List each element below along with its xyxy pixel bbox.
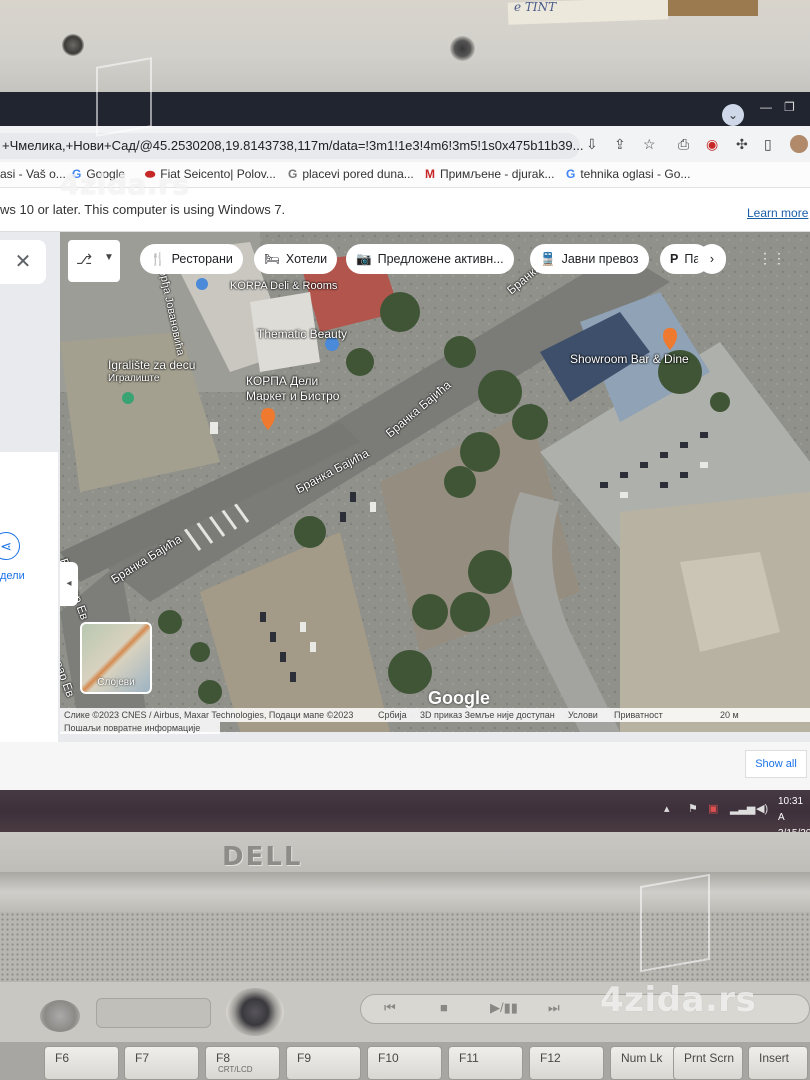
layers-button[interactable]: Слојеви <box>80 622 152 694</box>
three-d-notice: 3D приказ Земље није доступан <box>420 710 555 720</box>
map-label-korpa-market: Маркет и Бистро <box>246 389 340 403</box>
map-label-playground-cyrillic: Игралиште <box>108 373 160 384</box>
privacy-link[interactable]: Приватност <box>614 708 663 722</box>
previous-track-icon[interactable]: ⏮ <box>384 1000 396 1016</box>
chip-activities[interactable]: 📷 Предложене активн... <box>346 244 514 274</box>
photo-of-laptop: e TINT ⌄ — ❐ +Чмелика,+Нови+Сад/@45.2530… <box>0 0 810 1080</box>
country-link[interactable]: Србија <box>378 708 407 722</box>
map-label-deli-rooms[interactable]: KORPA Deli & Rooms <box>230 280 337 292</box>
map-label-playground[interactable]: Igralište za decu <box>108 358 195 372</box>
key-f6[interactable]: F6 <box>44 1046 119 1080</box>
webcam <box>450 36 475 61</box>
bookmark-star-icon[interactable]: ☆ <box>643 136 656 153</box>
profile-avatar-icon[interactable] <box>790 135 808 153</box>
status-led-panel <box>96 998 211 1028</box>
collapse-panel-button[interactable]: ◂ <box>60 562 78 606</box>
map-label-korpa[interactable]: КОРПА Дели <box>246 374 318 388</box>
tray-arrow-icon[interactable]: ▴ <box>664 802 670 815</box>
tab-search-icon[interactable]: ⌄ <box>722 104 744 126</box>
stop-icon[interactable]: ■ <box>440 1000 448 1015</box>
clock-time: 10:31 A <box>778 796 804 823</box>
watermark-logo-shape <box>96 57 152 137</box>
windows-taskbar: ▴ ⚑ ▣ ▂▃▅ ◀) 10:31 A 3/15/20 <box>0 790 810 839</box>
maximize-icon[interactable]: ❐ <box>784 100 795 114</box>
power-button[interactable] <box>226 988 284 1036</box>
show-all-button[interactable]: Show all <box>745 750 807 778</box>
chip-restaurants[interactable]: 🍴 Ресторани <box>140 244 243 274</box>
tray-app-icon[interactable]: ▣ <box>708 802 718 815</box>
page-lower-area: Show all <box>0 742 810 790</box>
transit-icon: 🚆 <box>540 252 556 266</box>
google-maps: KORPA Deli & Rooms Thematic Beauty Igral… <box>0 232 810 742</box>
extension-icon[interactable]: ◉ <box>706 136 718 153</box>
laptop-screen: ⌄ — ❐ +Чмелика,+Нови+Сад/@45.2530208,19.… <box>0 92 810 839</box>
key-f9[interactable]: F9 <box>286 1046 361 1080</box>
map-label-showroom[interactable]: Showroom Bar & Dine <box>570 352 689 366</box>
side-panel: ⋖ дели <box>0 452 58 742</box>
bookmark-item[interactable]: Gtehnika oglasi - Go... <box>566 167 690 181</box>
imagery-credit: Слике ©2023 CNES / Airbus, Maxar Technol… <box>64 710 354 720</box>
key-insert[interactable]: Insert <box>748 1046 808 1080</box>
camera-icon: 📷 <box>356 252 372 266</box>
chevron-right-icon: › <box>709 252 715 266</box>
bookmark-item[interactable]: Gplacevi pored duna... <box>288 167 414 181</box>
share-page-icon[interactable]: ⇪ <box>614 136 626 153</box>
key-f11[interactable]: F11 <box>448 1046 523 1080</box>
tray-flag-icon[interactable]: ⚑ <box>688 802 698 815</box>
chips-next-button[interactable]: › <box>698 244 726 274</box>
satellite-map[interactable]: KORPA Deli & Rooms Thematic Beauty Igral… <box>60 232 810 732</box>
chevron-down-icon: ▼ <box>104 252 114 263</box>
network-icon[interactable]: ▂▃▅ <box>730 802 755 815</box>
hardware-button[interactable] <box>40 1000 80 1032</box>
volume-icon[interactable]: ◀) <box>756 802 768 815</box>
map-attribution-bar: Слике ©2023 CNES / Airbus, Maxar Technol… <box>60 708 810 722</box>
infobar-message: ws 10 or later. This computer is using W… <box>0 202 286 217</box>
key-f10[interactable]: F10 <box>367 1046 442 1080</box>
key-f12[interactable]: F12 <box>529 1046 604 1080</box>
url-text: +Чмелика,+Нови+Сад/@45.2530208,19.814373… <box>2 138 584 153</box>
terms-link[interactable]: Услови <box>568 708 598 722</box>
google-logo: Google <box>428 688 490 708</box>
send-feedback-link[interactable]: Пошаљи повратне информације <box>60 722 220 734</box>
side-panel-icon[interactable]: ▯ <box>764 136 772 153</box>
chip-hotels[interactable]: 🛏 Хотели <box>254 244 338 274</box>
key-f7[interactable]: F7 <box>124 1046 199 1080</box>
hotel-icon: 🛏 <box>264 252 280 266</box>
directions-icon: ⎇ <box>76 251 93 267</box>
laptop-bottom-bezel <box>0 832 810 872</box>
share-icon[interactable]: ⋖ <box>0 532 20 560</box>
bookmark-item[interactable]: asi - Vaš o... <box>0 167 66 181</box>
next-track-icon[interactable]: ⏭ <box>548 1000 560 1016</box>
watermark-logo-shape <box>640 873 710 973</box>
key-print-screen[interactable]: Prnt Scrn <box>673 1046 743 1080</box>
bezel-screw <box>62 34 84 56</box>
scale-label[interactable]: 20 м <box>720 708 739 722</box>
extensions-puzzle-icon[interactable]: ✣ <box>736 136 748 153</box>
paper-note-text: e TINT <box>514 0 557 14</box>
brand-logo: DELL <box>222 842 303 872</box>
restaurant-icon: 🍴 <box>150 252 166 266</box>
learn-more-link[interactable]: Learn more <box>747 206 808 220</box>
share-label: дели <box>0 570 25 582</box>
parking-icon: P <box>670 252 679 266</box>
directions-dropdown[interactable]: ⎇ ▼ <box>68 240 120 282</box>
watermark-text: 4zida.rs <box>60 168 190 201</box>
watermark-text: 4zida.rs <box>600 980 757 1020</box>
key-f8[interactable]: F8 CRT/LCD <box>205 1046 280 1080</box>
map-label-thematic-beauty[interactable]: Thematic Beauty <box>257 327 347 341</box>
install-icon[interactable]: ⇩ <box>586 136 598 153</box>
chip-transit[interactable]: 🚆 Јавни превоз <box>530 244 649 274</box>
apps-grid-icon[interactable]: ⋮⋮ <box>758 250 786 267</box>
minimize-icon[interactable]: — <box>760 100 772 114</box>
play-pause-icon[interactable]: ▶/▮▮ <box>490 1000 518 1016</box>
bookmark-item[interactable]: M Примљене - djurak... <box>425 167 554 181</box>
print-icon[interactable]: ⎙ <box>678 136 689 153</box>
layers-label: Слојеви <box>97 677 135 688</box>
address-bar[interactable]: +Чмелика,+Нови+Сад/@45.2530208,19.814373… <box>0 133 584 159</box>
close-panel-button[interactable]: ✕ <box>0 240 46 284</box>
cork-board <box>668 0 758 16</box>
